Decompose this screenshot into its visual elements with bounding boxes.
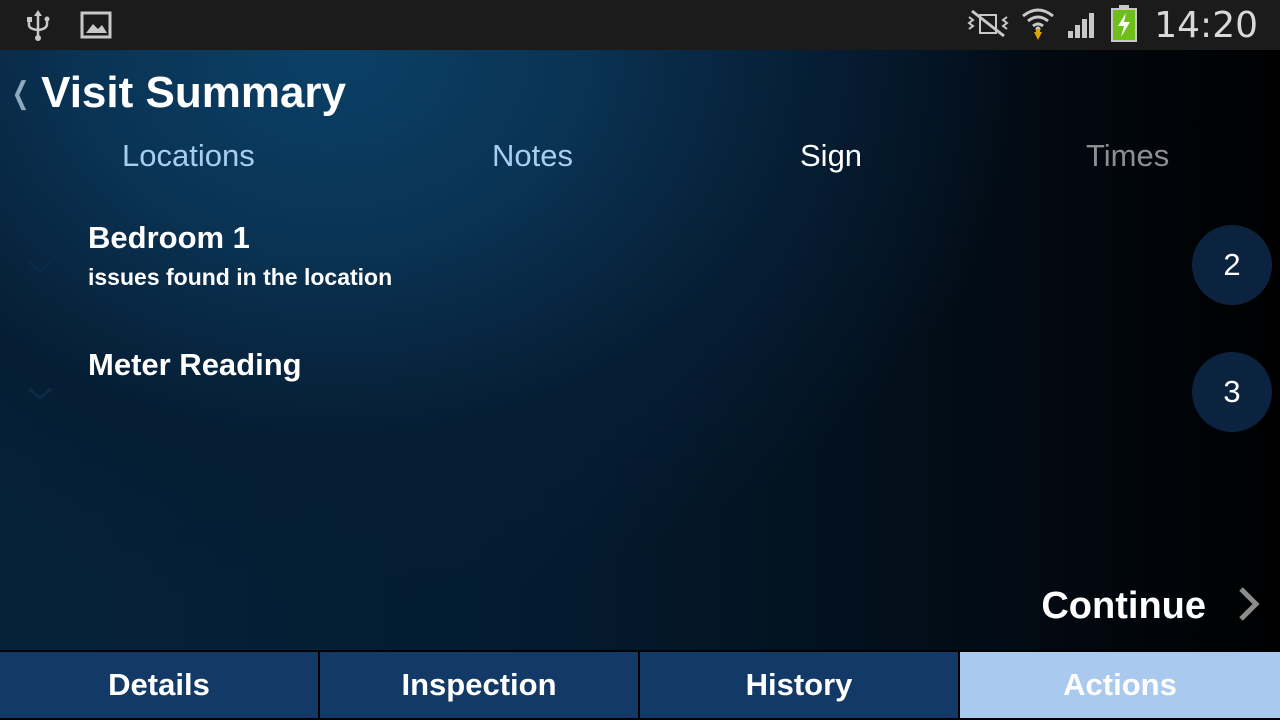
continue-button[interactable]: Continue — [1041, 585, 1262, 628]
mute-vibrate-icon — [966, 8, 1010, 43]
status-time: 14:20 — [1154, 4, 1258, 46]
nav-history-button[interactable]: History — [640, 652, 958, 718]
status-bar: 14:20 — [0, 0, 1280, 50]
continue-label: Continue — [1041, 585, 1206, 627]
chevron-down-icon[interactable] — [26, 385, 54, 403]
issue-count-badge[interactable]: 3 — [1192, 352, 1272, 432]
page-title: Visit Summary — [41, 68, 347, 117]
location-row[interactable]: Meter Reading 3 — [0, 347, 1280, 457]
wifi-icon — [1020, 4, 1056, 47]
image-notification-icon — [80, 11, 112, 44]
tab-locations[interactable]: Locations — [122, 138, 255, 174]
chevron-left-icon[interactable]: ❮ — [12, 76, 30, 111]
tab-bar: Locations Notes Sign Times — [0, 138, 1280, 186]
app-screen: 14:20 ❮ Visit Summary Locations Notes Si… — [0, 0, 1280, 720]
chevron-down-icon[interactable] — [26, 258, 54, 276]
battery-charging-icon — [1110, 4, 1138, 47]
tab-sign[interactable]: Sign — [800, 138, 862, 174]
bottom-nav: Details Inspection History Actions — [0, 650, 1280, 720]
usb-icon — [24, 8, 52, 47]
location-row[interactable]: Bedroom 1 issues found in the location 2 — [0, 220, 1280, 330]
main-content: ❮ Visit Summary Locations Notes Sign Tim… — [0, 50, 1280, 650]
header: ❮ Visit Summary — [8, 68, 346, 118]
signal-icon — [1066, 7, 1100, 44]
tab-times[interactable]: Times — [1086, 138, 1169, 174]
chevron-right-icon — [1236, 586, 1262, 627]
nav-details-button[interactable]: Details — [0, 652, 318, 718]
location-subtitle: issues found in the location — [88, 264, 393, 290]
nav-actions-button[interactable]: Actions — [960, 652, 1280, 718]
nav-inspection-button[interactable]: Inspection — [320, 652, 638, 718]
tab-notes[interactable]: Notes — [492, 138, 573, 174]
issue-count-badge[interactable]: 2 — [1192, 225, 1272, 305]
location-title: Bedroom 1 — [88, 220, 250, 255]
location-title: Meter Reading — [88, 347, 302, 382]
